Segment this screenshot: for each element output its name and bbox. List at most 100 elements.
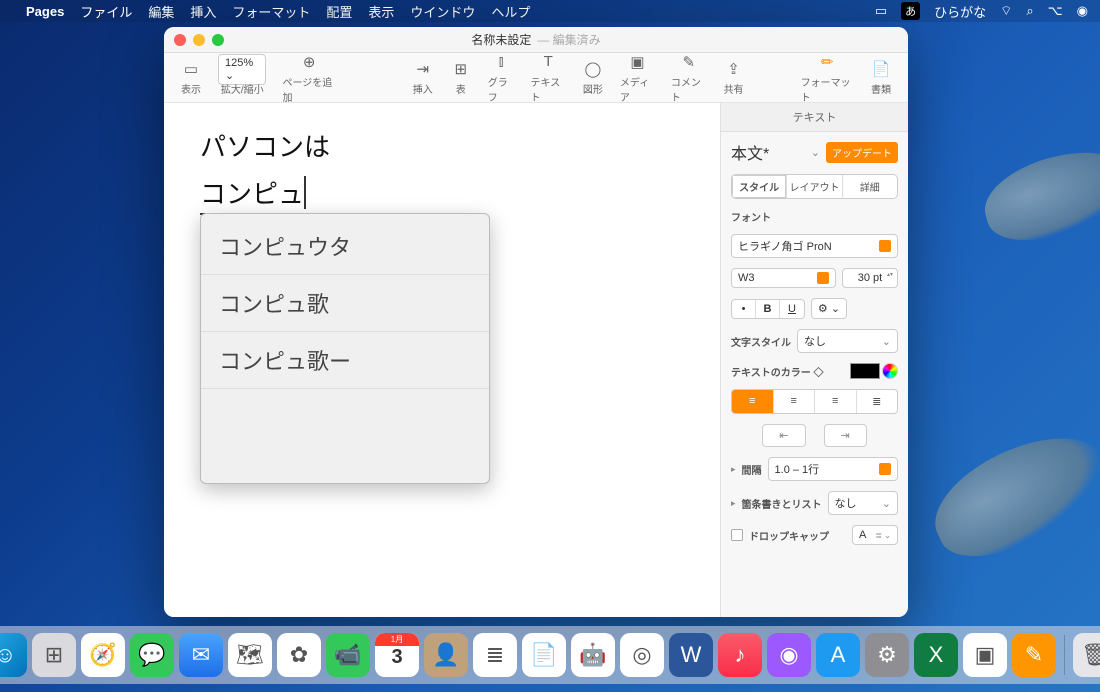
dock-podcasts[interactable]: ◉ [767, 633, 811, 677]
align-left-icon[interactable]: ≡ [732, 390, 774, 413]
text-style-more[interactable]: ⚙ ⌄ [811, 298, 847, 319]
tb-format[interactable]: ✏フォーマット [793, 52, 862, 104]
window-close[interactable] [174, 34, 186, 46]
text-color-swatch[interactable] [850, 363, 880, 379]
dock-contacts[interactable]: 👤 [424, 633, 468, 677]
ime-candidate[interactable]: コンピュ歌 [201, 275, 489, 332]
dock-automator[interactable]: 🤖 [571, 633, 615, 677]
spotlight-icon[interactable]: ⌕ [1026, 3, 1033, 19]
toolbar: ▭表示 125% ⌄拡大/縮小 ⊕ページを追加 ⇥挿入 ⊞表 ⫾グラフ Tテキス… [164, 53, 908, 103]
text-style-buttons[interactable]: • B U [731, 299, 805, 319]
dock-mail[interactable]: ✉ [179, 633, 223, 677]
update-style-button[interactable]: アップデート [826, 142, 898, 163]
dropcap-style-select[interactable]: A≣ ⌄ [852, 525, 898, 545]
dock-trash[interactable]: 🗑 [1073, 633, 1100, 677]
menu-insert[interactable]: 挿入 [190, 2, 216, 21]
spacing-label: 間隔 [742, 462, 762, 477]
text-align-segmented[interactable]: ≡ ≡ ≡ ≣ [731, 389, 898, 414]
tb-zoom[interactable]: 125% ⌄拡大/縮小 [210, 59, 274, 96]
tb-add-page[interactable]: ⊕ページを追加 [274, 52, 343, 104]
inspector-header: テキスト [721, 103, 908, 132]
underline-button[interactable]: U [780, 300, 804, 318]
dock-screenshot[interactable]: ▣ [963, 633, 1007, 677]
battery-icon[interactable]: ▭ [875, 3, 887, 19]
menu-window[interactable]: ウインドウ [410, 2, 475, 21]
ime-label[interactable]: ひらがな [934, 2, 986, 21]
control-center-icon[interactable]: ⌥ [1048, 3, 1063, 19]
font-size-stepper[interactable]: 30 pt▴▾ [842, 268, 898, 288]
dock-safari[interactable]: 🧭 [81, 633, 125, 677]
inspector-tabs[interactable]: スタイル レイアウト 詳細 [731, 174, 898, 199]
window-title: 名称未設定— 編集済み [471, 31, 600, 48]
tb-shape[interactable]: ◯図形 [574, 59, 612, 96]
text-line-1: パソコンは [200, 127, 684, 164]
ime-indicator[interactable]: あ [901, 2, 920, 20]
tb-media[interactable]: ▣メディア [612, 52, 663, 104]
dock-reminders[interactable]: ≣ [473, 633, 517, 677]
dock-appstore[interactable]: A [816, 633, 860, 677]
siri-icon[interactable]: ◉ [1077, 3, 1088, 19]
tb-text[interactable]: Tテキスト [523, 52, 574, 104]
indent-button[interactable]: ⇥ [824, 424, 867, 447]
bold-point-button[interactable]: • [732, 300, 756, 318]
dock-maps[interactable]: 🗺 [228, 633, 272, 677]
tab-layout[interactable]: レイアウト [787, 175, 842, 198]
menu-arrange[interactable]: 配置 [326, 2, 352, 21]
color-wheel-icon[interactable] [882, 363, 898, 379]
dock-notes[interactable]: 📄 [522, 633, 566, 677]
dock-calendar[interactable]: 1月3 [375, 633, 419, 677]
align-center-icon[interactable]: ≡ [774, 390, 816, 413]
document-canvas[interactable]: パソコンは コンピュ コンピュウタ コンピュ歌 コンピュ歌ー [164, 103, 720, 617]
dock-photos[interactable]: ✿ [277, 633, 321, 677]
dock-preferences[interactable]: ⚙ [865, 633, 909, 677]
menu-edit[interactable]: 編集 [148, 2, 174, 21]
dock-music[interactable]: ♪ [718, 633, 762, 677]
align-right-icon[interactable]: ≡ [815, 390, 857, 413]
font-family-select[interactable]: ヒラギノ角ゴ ProN [731, 234, 898, 258]
menu-view[interactable]: 表示 [368, 2, 394, 21]
menu-file[interactable]: ファイル [80, 2, 132, 21]
wifi-icon[interactable]: ⌔ [1000, 3, 1012, 19]
bold-button[interactable]: B [756, 300, 780, 318]
ime-candidate-empty [201, 389, 489, 479]
text-color-label: テキストのカラー ◇ [731, 364, 823, 379]
outdent-button[interactable]: ⇤ [762, 424, 805, 447]
bullets-select[interactable]: なし⌄ [828, 491, 898, 515]
tab-more[interactable]: 詳細 [843, 175, 897, 198]
disclosure-triangle-icon[interactable]: ▸ [731, 464, 736, 475]
ime-candidate[interactable]: コンピュ歌ー [201, 332, 489, 389]
dock-chrome[interactable]: ◎ [620, 633, 664, 677]
paragraph-style-picker[interactable]: 本文* [731, 140, 805, 164]
tb-share[interactable]: ⇪共有 [715, 59, 753, 96]
tb-document[interactable]: 📄書類 [862, 59, 900, 96]
text-line-2-composing: コンピュ [200, 174, 304, 215]
dock-launchpad[interactable]: ⊞ [32, 633, 76, 677]
ime-candidate[interactable]: コンピュウタ [201, 218, 489, 275]
format-inspector: テキスト 本文* ⌄ アップデート スタイル レイアウト 詳細 フォント ヒラギ… [720, 103, 908, 617]
tab-style[interactable]: スタイル [732, 175, 787, 198]
tb-view[interactable]: ▭表示 [172, 59, 210, 96]
chevron-down-icon[interactable]: ⌄ [811, 146, 820, 159]
dock-pages[interactable]: ✎ [1012, 633, 1056, 677]
tb-insert[interactable]: ⇥挿入 [404, 59, 442, 96]
app-menu[interactable]: Pages [26, 4, 64, 19]
dock-word[interactable]: W [669, 633, 713, 677]
window-zoom[interactable] [212, 34, 224, 46]
menu-format[interactable]: フォーマット [232, 2, 310, 21]
dock-excel[interactable]: X [914, 633, 958, 677]
tb-comment[interactable]: ✎コメント [663, 52, 715, 104]
char-style-label: 文字スタイル [731, 334, 791, 349]
menu-help[interactable]: ヘルプ [491, 2, 530, 21]
dock-finder[interactable]: ☺ [0, 633, 27, 677]
disclosure-triangle-icon[interactable]: ▸ [731, 498, 736, 509]
spacing-select[interactable]: 1.0 – 1行 [768, 457, 898, 481]
tb-chart[interactable]: ⫾グラフ [480, 52, 523, 104]
dropcap-checkbox[interactable] [731, 529, 743, 541]
align-justify-icon[interactable]: ≣ [857, 390, 898, 413]
window-minimize[interactable] [193, 34, 205, 46]
font-weight-select[interactable]: W3 [731, 268, 836, 288]
tb-table[interactable]: ⊞表 [442, 59, 480, 96]
char-style-select[interactable]: なし⌄ [797, 329, 898, 353]
dock-facetime[interactable]: 📹 [326, 633, 370, 677]
dock-messages[interactable]: 💬 [130, 633, 174, 677]
